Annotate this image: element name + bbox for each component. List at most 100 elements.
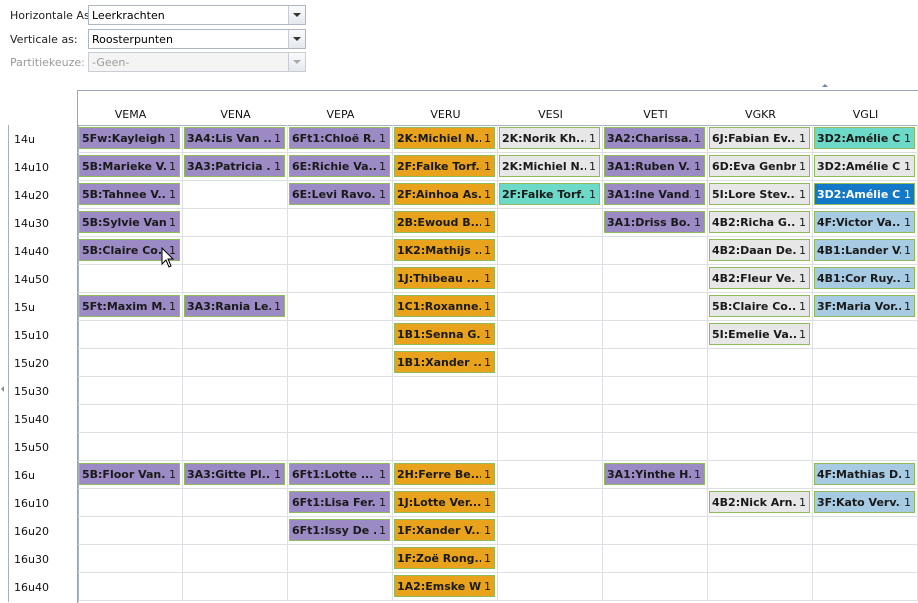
- grid-cell[interactable]: [78, 517, 183, 545]
- lesson-block[interactable]: 3A3:Rania Le...1: [184, 295, 285, 317]
- grid-cell[interactable]: 1B1:Xander ... 1: [393, 349, 498, 377]
- grid-cell[interactable]: [603, 237, 708, 265]
- lesson-block[interactable]: 4B2:Nick Arn... 1: [709, 491, 810, 513]
- grid-cell[interactable]: [288, 433, 393, 461]
- grid-cell[interactable]: [708, 433, 813, 461]
- grid-cell[interactable]: [603, 265, 708, 293]
- vertical-axis-select[interactable]: Roosterpunten: [88, 29, 306, 49]
- lesson-block[interactable]: 3D2:Amélie C...1: [814, 127, 915, 149]
- grid-cell[interactable]: [708, 545, 813, 573]
- lesson-block[interactable]: 4B2:Richa G... 1: [709, 211, 810, 233]
- grid-cell[interactable]: 3A3:Rania Le...1: [183, 293, 288, 321]
- lesson-block[interactable]: 3A3:Gitte Pl... 1: [184, 463, 285, 485]
- grid-cell[interactable]: 4B1:Cor Ruy... 1: [813, 265, 918, 293]
- lesson-block[interactable]: 1A2:Emske W...1: [394, 575, 495, 597]
- grid-cell[interactable]: 6J:Fabian Ev... 1: [708, 125, 813, 153]
- grid-cell[interactable]: [603, 489, 708, 517]
- lesson-block[interactable]: 3A1:Driss Bo... 1: [604, 211, 705, 233]
- grid-cell[interactable]: [813, 573, 918, 601]
- grid-cell[interactable]: 2H:Ferre Be... 1: [393, 461, 498, 489]
- grid-cell[interactable]: [498, 349, 603, 377]
- lesson-block[interactable]: 4B2:Daan De... 1: [709, 239, 810, 261]
- grid-cell[interactable]: 3F:Maria Vor... 1: [813, 293, 918, 321]
- grid-cell[interactable]: [498, 405, 603, 433]
- column-header-veru[interactable]: VERU: [393, 91, 498, 125]
- grid-cell[interactable]: 2F:Falke Torf... 1: [393, 153, 498, 181]
- grid-cell[interactable]: [288, 349, 393, 377]
- lesson-block[interactable]: 2K:Norik Kh... 1: [499, 127, 600, 149]
- lesson-block[interactable]: 6Ft1:Chloë R... 1: [289, 127, 390, 149]
- grid-cell[interactable]: [813, 517, 918, 545]
- column-header-vgli[interactable]: VGLI: [813, 91, 918, 125]
- grid-cell[interactable]: [813, 377, 918, 405]
- lesson-block[interactable]: 2F:Falke Torf... 1: [499, 183, 600, 205]
- grid-cell[interactable]: [498, 237, 603, 265]
- grid-cell[interactable]: 2F:Ainhoa As... 1: [393, 181, 498, 209]
- lesson-block[interactable]: 2K:Michiel N... 1: [499, 155, 600, 177]
- grid-cell[interactable]: [498, 545, 603, 573]
- lesson-block[interactable]: 5B:Marieke V...1: [79, 155, 180, 177]
- grid-cell[interactable]: 1K2:Mathijs ... 1: [393, 237, 498, 265]
- grid-cell[interactable]: [603, 573, 708, 601]
- grid-cell[interactable]: 3A1:Driss Bo... 1: [603, 209, 708, 237]
- grid-cell[interactable]: [183, 181, 288, 209]
- collapse-arrow-icon[interactable]: [1, 386, 4, 392]
- grid-cell[interactable]: [183, 405, 288, 433]
- grid-cell[interactable]: 5B:Floor Van... 1: [78, 461, 183, 489]
- grid-cell[interactable]: [813, 433, 918, 461]
- grid-cell[interactable]: 3F:Kato Verv... 1: [813, 489, 918, 517]
- grid-cell[interactable]: [813, 405, 918, 433]
- grid-cell[interactable]: [498, 209, 603, 237]
- grid-cell[interactable]: [708, 461, 813, 489]
- grid-cell[interactable]: [288, 405, 393, 433]
- grid-cell[interactable]: [183, 237, 288, 265]
- grid-cell[interactable]: [183, 265, 288, 293]
- lesson-block[interactable]: 1K2:Mathijs ... 1: [394, 239, 495, 261]
- grid-cell[interactable]: [813, 545, 918, 573]
- grid-cell[interactable]: [78, 433, 183, 461]
- lesson-block[interactable]: 1J:Lotte Ver... 1: [394, 491, 495, 513]
- lesson-block[interactable]: 2K:Michiel N... 1: [394, 127, 495, 149]
- grid-cell[interactable]: 2K:Michiel N... 1: [498, 153, 603, 181]
- lesson-block[interactable]: 1F:Xander V... 1: [394, 519, 495, 541]
- lesson-block[interactable]: 6D:Eva Genbr...1: [709, 155, 810, 177]
- grid-cell[interactable]: [603, 321, 708, 349]
- grid-cell[interactable]: [708, 573, 813, 601]
- lesson-block[interactable]: 3A3:Patricia ... 1: [184, 155, 285, 177]
- lesson-block[interactable]: 1F:Zoë Rong... 1: [394, 547, 495, 569]
- grid-cell[interactable]: [78, 545, 183, 573]
- grid-cell[interactable]: 1C1:Roxanne...1: [393, 293, 498, 321]
- grid-cell[interactable]: [78, 377, 183, 405]
- grid-cell[interactable]: 6Ft1:Lotte ... 1: [288, 461, 393, 489]
- grid-cell[interactable]: [78, 349, 183, 377]
- grid-cell[interactable]: [78, 573, 183, 601]
- lesson-block[interactable]: 4B1:Lander V...1: [814, 239, 915, 261]
- scroll-up-arrow-icon[interactable]: [822, 84, 828, 87]
- grid-cell[interactable]: [708, 349, 813, 377]
- lesson-block[interactable]: 6Ft1:Issy De ...1: [289, 519, 390, 541]
- lesson-block[interactable]: 3A4:Lis Van ... 1: [184, 127, 285, 149]
- grid-cell[interactable]: [603, 405, 708, 433]
- grid-cell[interactable]: 6E:Richie Va... 1: [288, 153, 393, 181]
- grid-cell[interactable]: [498, 433, 603, 461]
- grid-cell[interactable]: 3A1:Yinthe H...1: [603, 461, 708, 489]
- lesson-block[interactable]: 3A2:Charissa...1: [604, 127, 705, 149]
- grid-cell[interactable]: 3A3:Patricia ... 1: [183, 153, 288, 181]
- grid-cell[interactable]: 3A1:Ine Vand...1: [603, 181, 708, 209]
- chevron-down-icon[interactable]: [288, 6, 305, 24]
- lesson-block[interactable]: 6Ft1:Lotte ... 1: [289, 463, 390, 485]
- lesson-block[interactable]: 5B:Sylvie Van...1: [79, 211, 180, 233]
- grid-cell[interactable]: [183, 377, 288, 405]
- lesson-block[interactable]: 5B:Claire Co... 1: [709, 295, 810, 317]
- column-header-vena[interactable]: VENA: [183, 91, 288, 125]
- grid-cell[interactable]: 5B:Claire Co... 1: [708, 293, 813, 321]
- grid-cell[interactable]: [183, 321, 288, 349]
- lesson-block[interactable]: 2H:Ferre Be... 1: [394, 463, 495, 485]
- grid-cell[interactable]: 6E:Levi Ravo... 1: [288, 181, 393, 209]
- grid-cell[interactable]: [288, 209, 393, 237]
- grid-cell[interactable]: 1B1:Senna G... 1: [393, 321, 498, 349]
- chevron-down-icon[interactable]: [288, 30, 305, 48]
- grid-cell[interactable]: 6D:Eva Genbr...1: [708, 153, 813, 181]
- grid-cell[interactable]: [498, 489, 603, 517]
- grid-cell[interactable]: [288, 545, 393, 573]
